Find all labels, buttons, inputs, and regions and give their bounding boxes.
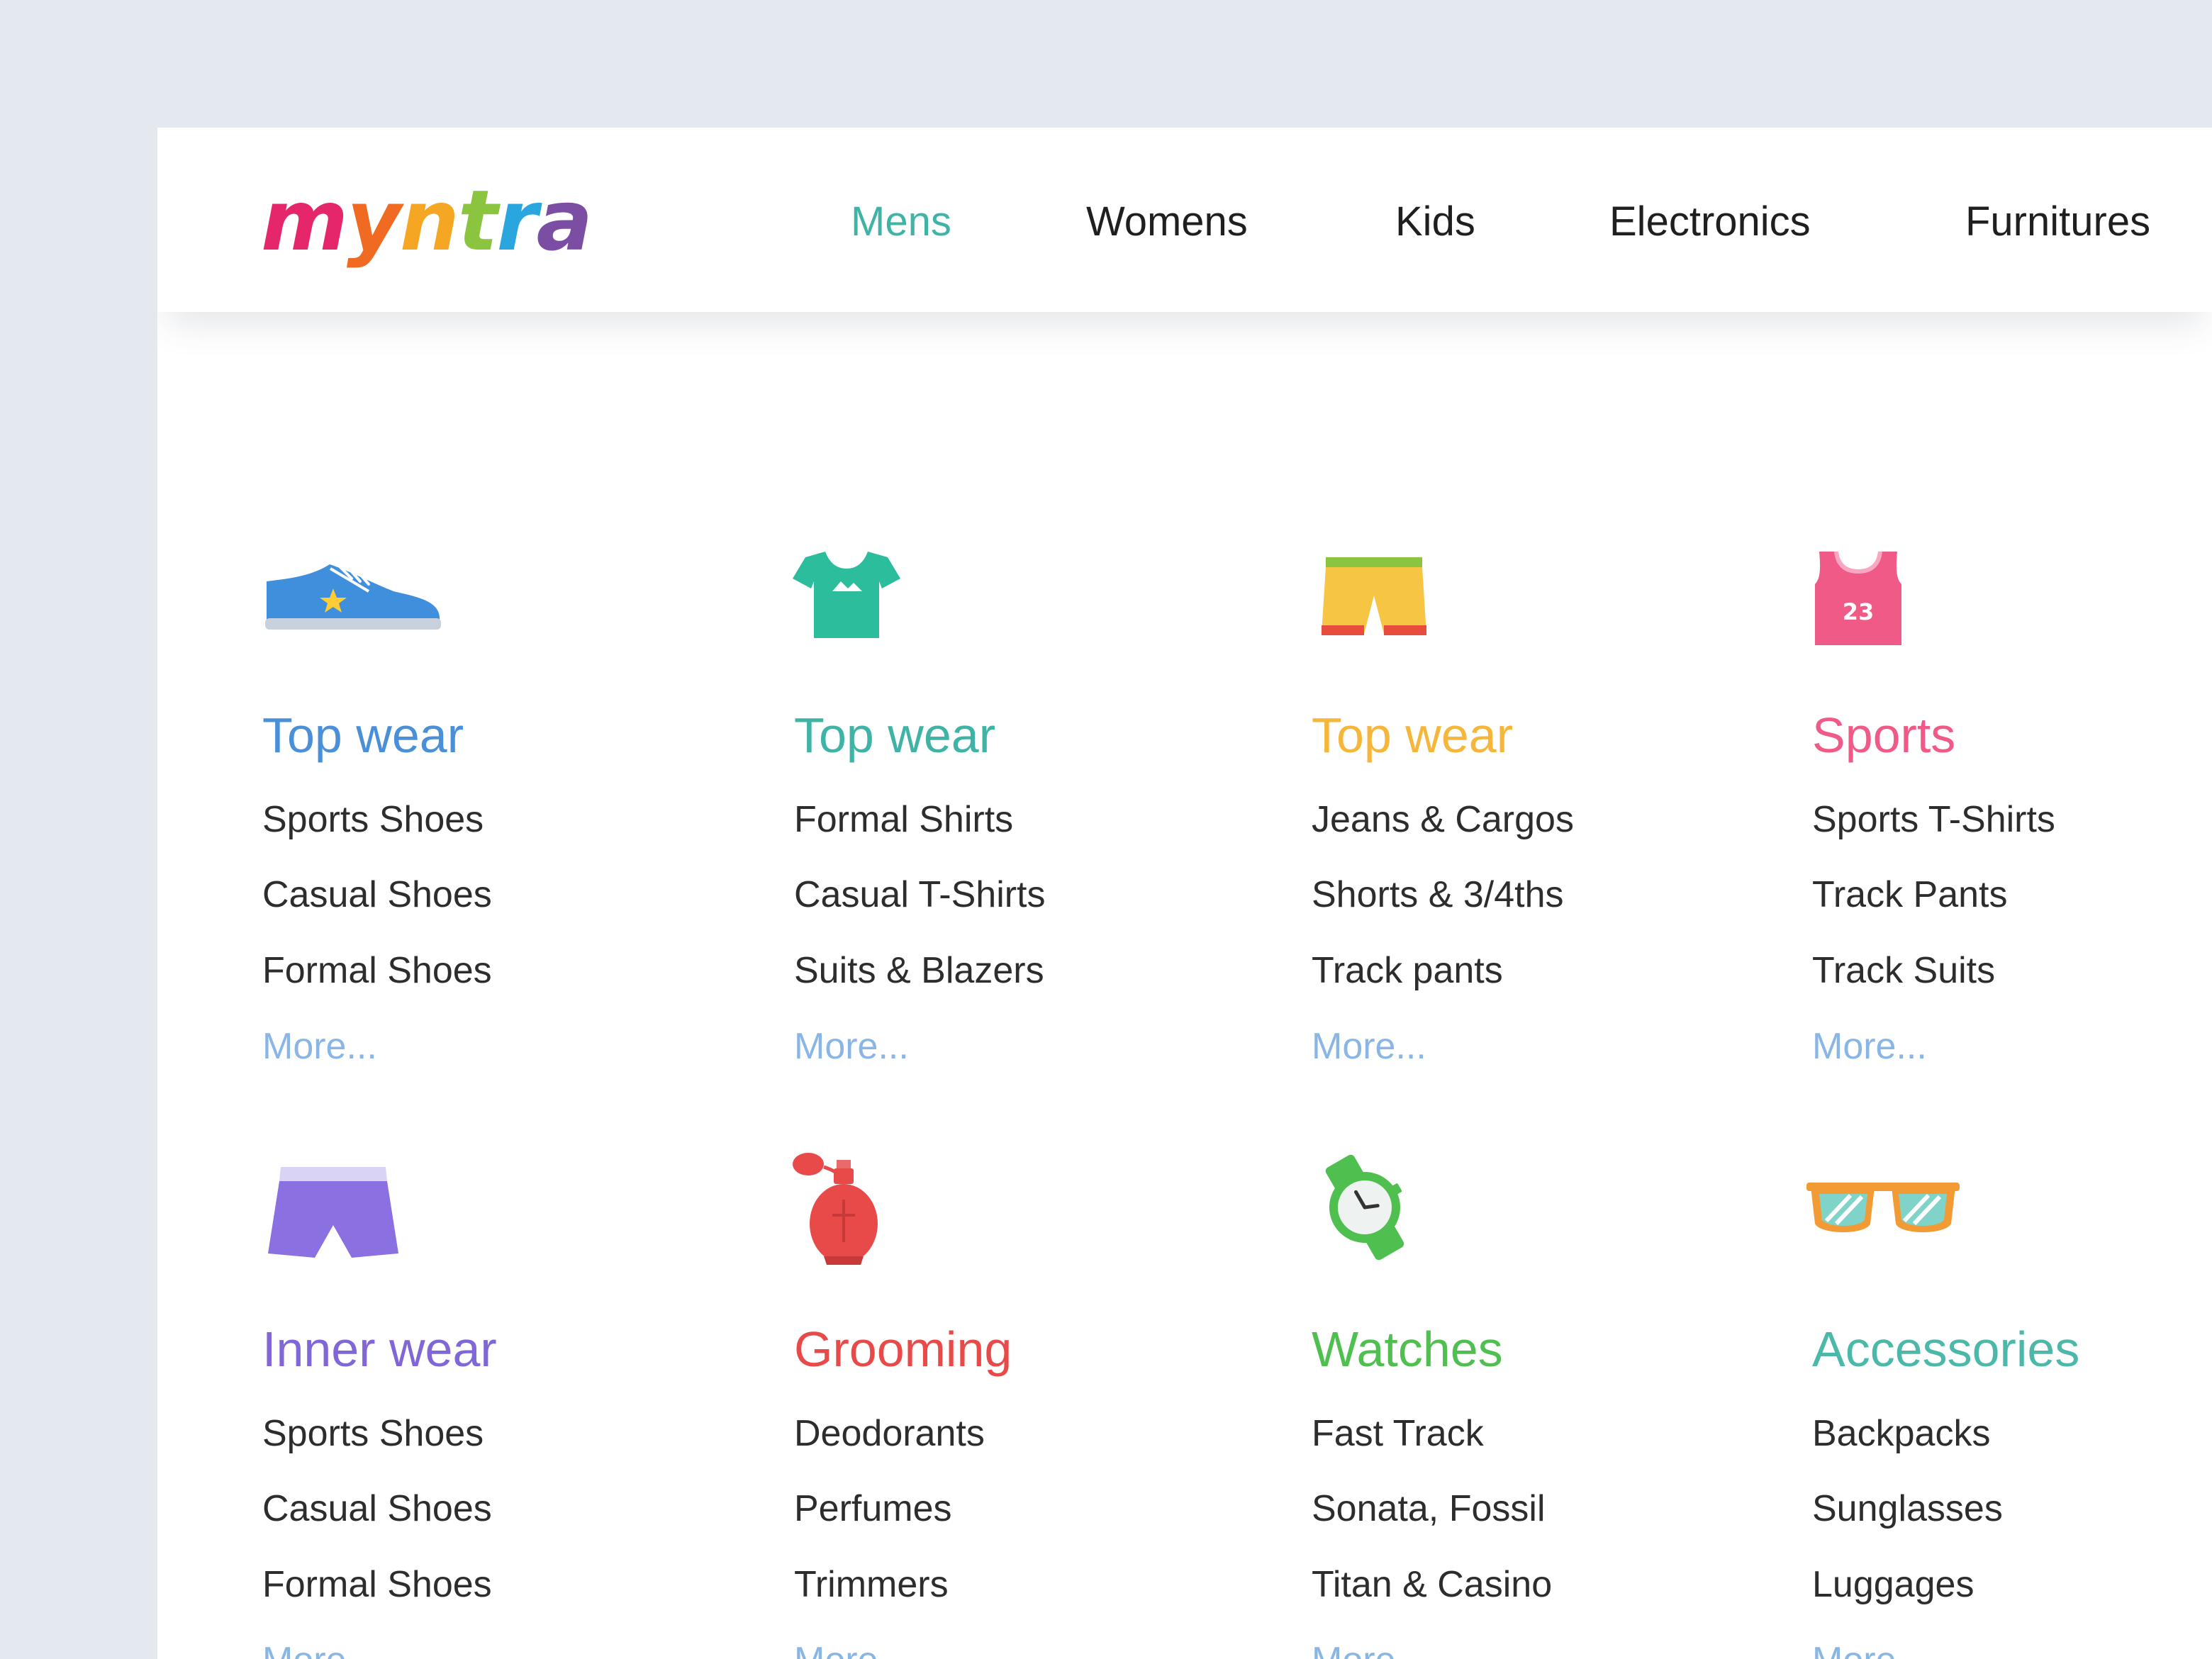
more-link[interactable]: More... xyxy=(262,1642,377,1659)
jersey-number: 23 xyxy=(1843,598,1875,625)
more-link[interactable]: More... xyxy=(1312,1028,1426,1065)
watch-icon xyxy=(1325,1154,1404,1261)
more-link[interactable]: More... xyxy=(1812,1028,1927,1065)
nav-item-kids[interactable]: Kids xyxy=(1395,201,1475,242)
nav-item-womens[interactable]: Womens xyxy=(1086,201,1248,242)
category-title[interactable]: Grooming xyxy=(794,1324,1012,1374)
category-link[interactable]: Track Suits xyxy=(1812,952,1995,989)
category-title[interactable]: Accessories xyxy=(1812,1324,2079,1374)
category-link[interactable]: Casual Shoes xyxy=(262,876,492,913)
category-link[interactable]: Sports T-Shirts xyxy=(1812,801,2055,838)
category-link[interactable]: Perfumes xyxy=(794,1490,952,1527)
sneaker-icon xyxy=(265,564,441,630)
category-link[interactable]: Track pants xyxy=(1312,952,1503,989)
category-title[interactable]: Top wear xyxy=(1312,710,1513,760)
more-link[interactable]: More... xyxy=(794,1642,909,1659)
jersey-icon: 23 xyxy=(1815,551,1901,645)
category-link[interactable]: Formal Shoes xyxy=(262,1566,492,1603)
sunglasses-icon xyxy=(1806,1183,1960,1232)
tshirt-icon xyxy=(793,552,900,638)
category-link[interactable]: Shorts & 3/4ths xyxy=(1312,876,1564,913)
logo-letter: t xyxy=(457,172,498,269)
nav-item-furnitures[interactable]: Furnitures xyxy=(1965,201,2150,242)
logo-letter: n xyxy=(399,172,459,269)
category-link[interactable]: Backpacks xyxy=(1812,1415,1990,1452)
more-link[interactable]: More... xyxy=(1312,1642,1426,1659)
mega-menu-panel: myntra Mens Womens Kids Electronics Furn… xyxy=(157,128,2212,1659)
category-link[interactable]: Formal Shirts xyxy=(794,801,1013,838)
category-title[interactable]: Inner wear xyxy=(262,1324,497,1374)
category-link[interactable]: Track Pants xyxy=(1812,876,2008,913)
category-link[interactable]: Casual Shoes xyxy=(262,1490,492,1527)
category-link[interactable]: Suits & Blazers xyxy=(794,952,1044,989)
category-link[interactable]: Sunglasses xyxy=(1812,1490,2003,1527)
myntra-logo[interactable]: myntra xyxy=(261,172,593,269)
category-title[interactable]: Top wear xyxy=(794,710,995,760)
perfume-icon xyxy=(793,1153,878,1265)
category-link[interactable]: Luggages xyxy=(1812,1566,1974,1603)
category-title[interactable]: Top wear xyxy=(262,710,464,760)
category-link[interactable]: Titan & Casino xyxy=(1312,1566,1552,1603)
more-link[interactable]: More... xyxy=(1812,1642,1927,1659)
logo-letter: a xyxy=(536,172,593,269)
category-link[interactable]: Sports Shoes xyxy=(262,801,484,838)
nav-item-mens[interactable]: Mens xyxy=(851,201,951,242)
more-link[interactable]: More... xyxy=(794,1028,909,1065)
top-navigation-bar: myntra Mens Womens Kids Electronics Furn… xyxy=(157,128,2212,312)
category-link[interactable]: Fast Track xyxy=(1312,1415,1484,1452)
logo-letter: r xyxy=(496,172,537,269)
shorts-icon xyxy=(1322,557,1426,635)
category-link[interactable]: Sonata, Fossil xyxy=(1312,1490,1546,1527)
more-link[interactable]: More... xyxy=(262,1028,377,1065)
category-link[interactable]: Casual T-Shirts xyxy=(794,876,1046,913)
category-link[interactable]: Trimmers xyxy=(794,1566,949,1603)
category-link[interactable]: Formal Shoes xyxy=(262,952,492,989)
category-link[interactable]: Jeans & Cargos xyxy=(1312,801,1574,838)
briefs-icon xyxy=(268,1167,398,1258)
nav-item-electronics[interactable]: Electronics xyxy=(1609,201,1811,242)
logo-letter: y xyxy=(346,172,401,269)
category-link[interactable]: Deodorants xyxy=(794,1415,985,1452)
category-title[interactable]: Sports xyxy=(1812,710,1955,760)
category-title[interactable]: Watches xyxy=(1312,1324,1503,1374)
category-link[interactable]: Sports Shoes xyxy=(262,1415,484,1452)
logo-letter: m xyxy=(261,172,348,269)
